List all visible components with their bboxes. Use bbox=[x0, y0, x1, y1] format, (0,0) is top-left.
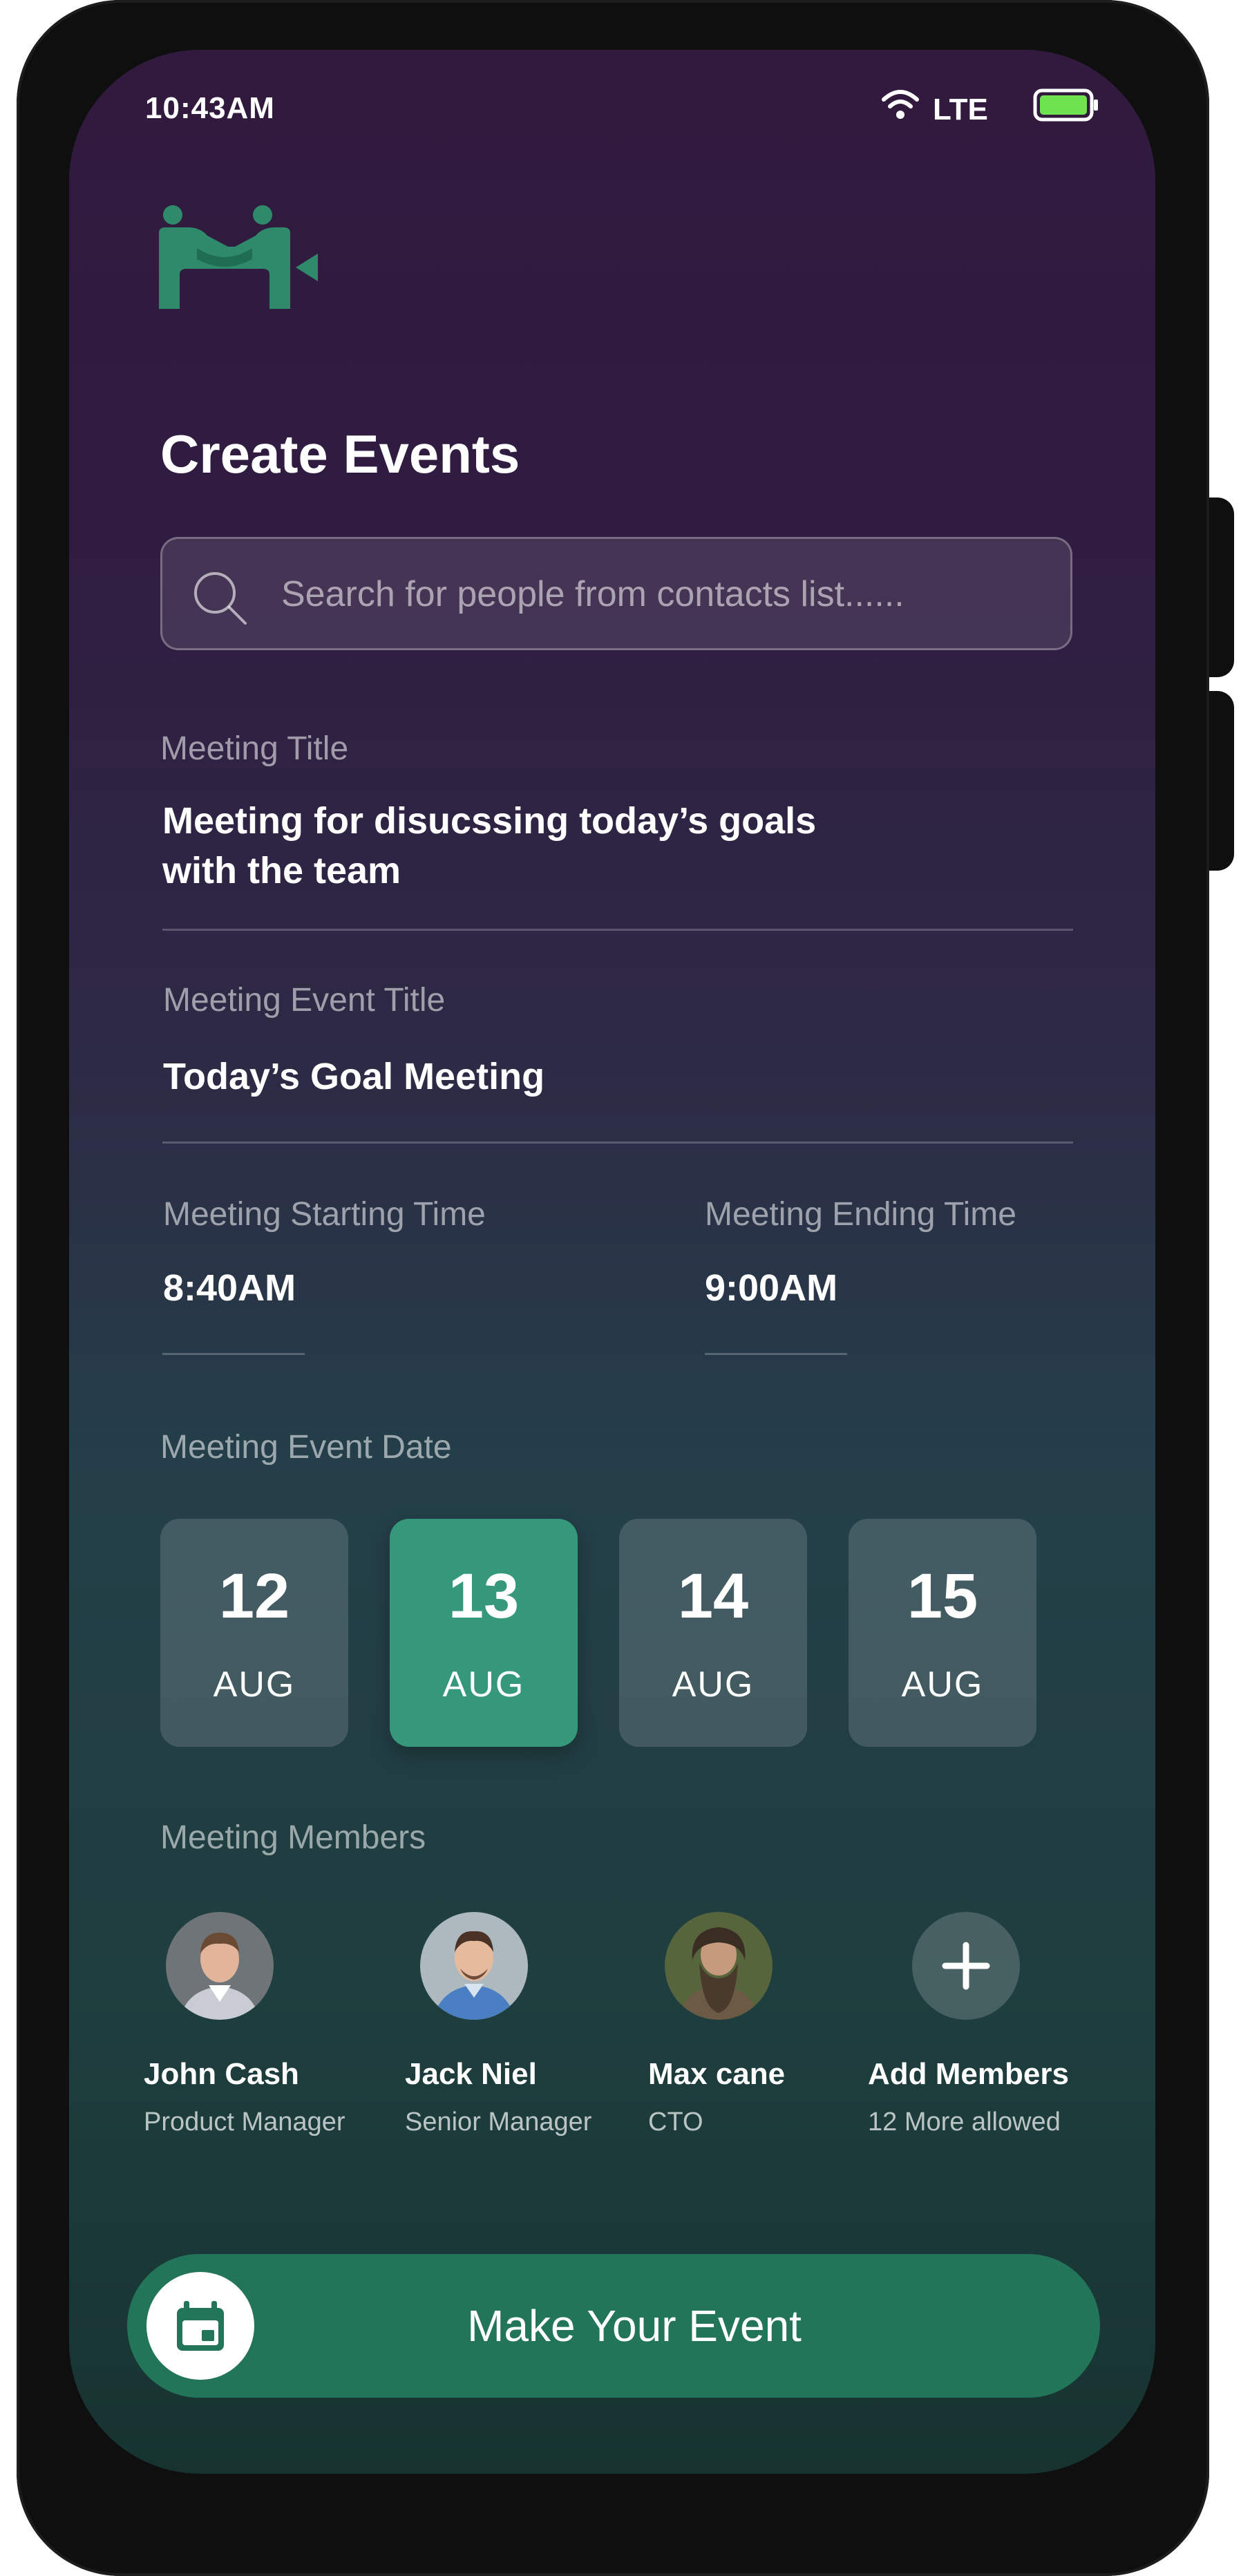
date-month: AUG bbox=[672, 1665, 755, 1705]
event-title-label: Meeting Event Title bbox=[163, 982, 446, 1019]
member-name: Jack Niel bbox=[405, 2057, 537, 2091]
start-time-underline bbox=[162, 1353, 305, 1355]
date-month: AUG bbox=[213, 1665, 296, 1705]
date-option-13-selected[interactable]: 13 AUG bbox=[390, 1519, 578, 1747]
meeting-title-line-1[interactable]: Meeting for disucssing today’s goals bbox=[162, 796, 816, 846]
status-time: 10:43AM bbox=[145, 91, 275, 125]
divider bbox=[162, 1142, 1073, 1144]
app-screen: 10:43AM LTE Create Events Meeting Title … bbox=[69, 50, 1155, 2474]
event-date-label: Meeting Event Date bbox=[160, 1429, 452, 1466]
volume-up-button bbox=[1209, 498, 1234, 677]
plus-icon bbox=[942, 1942, 990, 1990]
page-title: Create Events bbox=[160, 424, 520, 484]
date-day: 13 bbox=[448, 1561, 520, 1631]
search-box[interactable] bbox=[160, 537, 1072, 650]
avatar[interactable] bbox=[420, 1912, 528, 2020]
add-members-note: 12 More allowed bbox=[868, 2108, 1061, 2137]
end-time-value[interactable]: 9:00AM bbox=[705, 1263, 837, 1313]
add-members-label: Add Members bbox=[868, 2057, 1069, 2091]
search-icon bbox=[194, 572, 247, 625]
date-option-12[interactable]: 12 AUG bbox=[160, 1519, 348, 1747]
member-role: Product Manager bbox=[144, 2108, 345, 2137]
meeting-title-label: Meeting Title bbox=[160, 730, 349, 767]
network-label: LTE bbox=[933, 93, 988, 126]
date-day: 12 bbox=[218, 1561, 290, 1631]
divider bbox=[162, 929, 1073, 931]
meeting-title-line-2[interactable]: with the team bbox=[162, 846, 401, 896]
search-input[interactable] bbox=[280, 539, 1043, 650]
date-month: AUG bbox=[901, 1665, 984, 1705]
end-time-underline bbox=[705, 1353, 847, 1355]
date-day: 15 bbox=[907, 1561, 978, 1631]
add-members-button[interactable] bbox=[912, 1912, 1020, 2020]
make-event-button[interactable]: Make Your Event bbox=[127, 2254, 1100, 2398]
avatar-max-cane bbox=[665, 1912, 773, 2020]
volume-down-button bbox=[1209, 691, 1234, 871]
member-name: Max cane bbox=[648, 2057, 786, 2091]
members-label: Meeting Members bbox=[160, 1819, 426, 1856]
event-title-value[interactable]: Today’s Goal Meeting bbox=[163, 1052, 544, 1101]
date-option-14[interactable]: 14 AUG bbox=[619, 1519, 807, 1747]
make-event-label: Make Your Event bbox=[467, 2301, 802, 2351]
date-month: AUG bbox=[442, 1665, 525, 1705]
avatar[interactable] bbox=[166, 1912, 274, 2020]
avatar-john-cash bbox=[166, 1912, 274, 2020]
end-time-label: Meeting Ending Time bbox=[705, 1196, 1016, 1233]
wifi-icon bbox=[882, 90, 919, 119]
date-day: 14 bbox=[677, 1561, 749, 1631]
battery-icon bbox=[1033, 88, 1098, 122]
member-role: CTO bbox=[648, 2108, 703, 2137]
member-name: John Cash bbox=[144, 2057, 299, 2091]
date-option-15[interactable]: 15 AUG bbox=[849, 1519, 1036, 1747]
start-time-label: Meeting Starting Time bbox=[163, 1196, 486, 1233]
logo-icon bbox=[159, 205, 318, 309]
member-role: Senior Manager bbox=[405, 2108, 592, 2137]
avatar[interactable] bbox=[665, 1912, 773, 2020]
avatar-jack-niel bbox=[420, 1912, 528, 2020]
start-time-value[interactable]: 8:40AM bbox=[163, 1263, 296, 1313]
